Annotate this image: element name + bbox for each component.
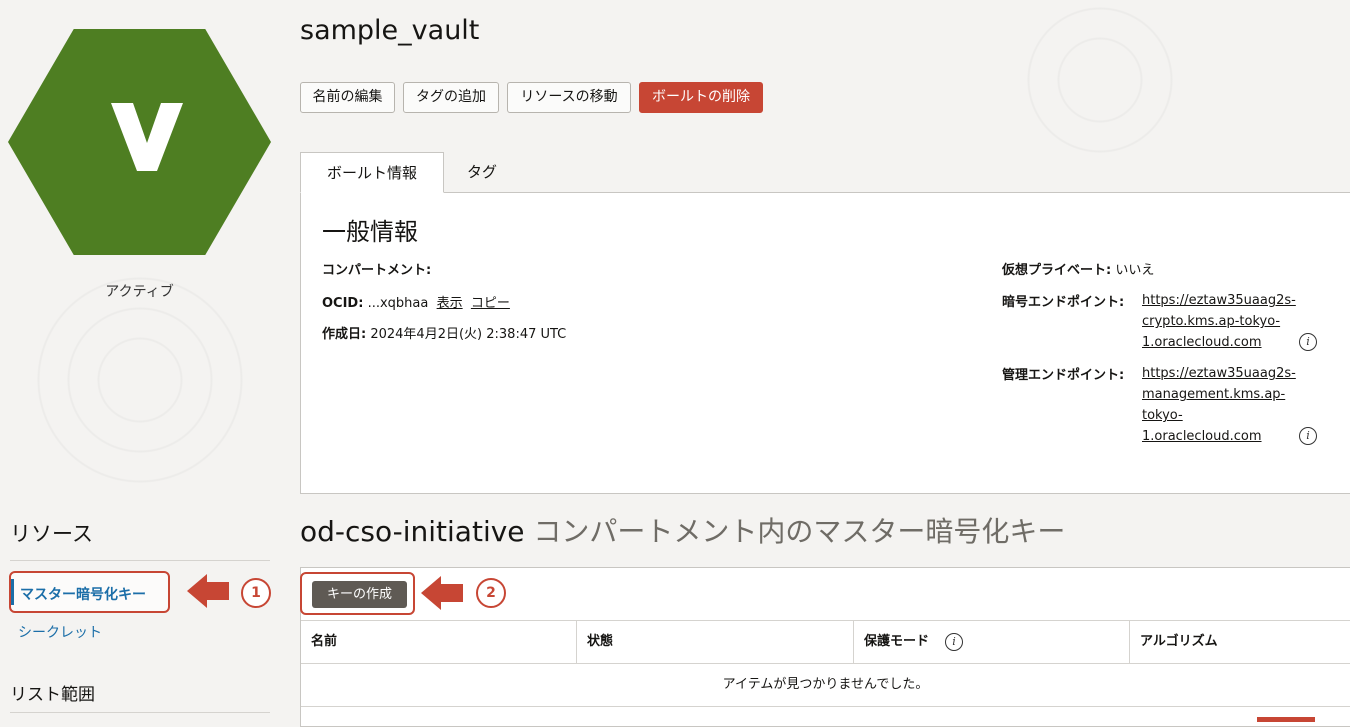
step-badge-2: 2 <box>476 578 506 608</box>
column-header-name[interactable]: 名前 <box>301 621 576 663</box>
column-header-state[interactable]: 状態 <box>577 621 853 663</box>
list-scope-heading: リスト範囲 <box>10 685 95 705</box>
management-endpoint-info-icon[interactable]: i <box>1299 427 1317 445</box>
list-scope-divider <box>10 712 270 713</box>
crypto-endpoint-label: 暗号エンドポイント: <box>1002 295 1125 310</box>
sidebar-item-label: マスター暗号化キー <box>20 587 146 603</box>
empty-table-message: アイテムが見つかりませんでした。 <box>301 664 1350 707</box>
virtual-private-label: 仮想プライベート: <box>1002 263 1112 278</box>
edit-name-button[interactable]: 名前の編集 <box>300 82 395 113</box>
crypto-endpoint-link[interactable]: https://eztaw35uaag2s- crypto.kms.ap-tok… <box>1142 290 1296 353</box>
tab-tags[interactable]: タグ <box>444 152 520 193</box>
compartment-label: コンパートメント: <box>322 263 432 278</box>
active-indicator <box>11 579 14 605</box>
resources-heading: リソース <box>10 522 93 546</box>
created-field: 作成日: 2024年4月2日(火) 2:38:47 UTC <box>322 323 566 342</box>
arrow-left-icon <box>187 574 232 608</box>
step-badge-1: 1 <box>241 578 271 608</box>
column-header-algorithm[interactable]: アルゴリズム <box>1130 621 1350 663</box>
vault-letter-icon <box>111 103 183 171</box>
ocid-value: ...xqbhaa <box>367 296 429 311</box>
sidebar-item-master-keys[interactable]: マスター暗号化キー <box>9 571 170 613</box>
vault-hexagon-icon <box>8 29 271 255</box>
management-endpoint-link[interactable]: https://eztaw35uaag2s- management.kms.ap… <box>1142 363 1296 447</box>
protection-mode-info-icon[interactable]: i <box>945 633 963 651</box>
arrow-left-icon <box>421 576 466 610</box>
page-title: sample_vault <box>300 15 480 46</box>
virtual-private-value: いいえ <box>1115 263 1155 278</box>
ocid-field: OCID: ...xqbhaa 表示 コピー <box>322 292 510 311</box>
keys-title-suffix: コンパートメント内のマスター暗号化キー <box>524 515 1066 548</box>
vault-status: アクティブ <box>105 284 174 300</box>
keys-section-title: od-cso-initiative コンパートメント内のマスター暗号化キー <box>300 510 1065 550</box>
move-resource-button[interactable]: リソースの移動 <box>507 82 631 113</box>
virtual-private-field: 仮想プライベート: いいえ <box>1002 259 1154 278</box>
partial-button-edge <box>1257 717 1315 722</box>
create-key-button[interactable]: キーの作成 <box>312 581 407 608</box>
created-label: 作成日: <box>322 327 367 342</box>
crypto-endpoint-info-icon[interactable]: i <box>1299 333 1317 351</box>
delete-vault-button[interactable]: ボールトの削除 <box>639 82 763 113</box>
copy-ocid-link[interactable]: コピー <box>471 296 510 311</box>
redacted-area <box>447 253 763 277</box>
compartment-name: od-cso-initiative <box>300 515 525 548</box>
show-ocid-link[interactable]: 表示 <box>437 296 463 311</box>
table-header-row: 名前 状態 保護モード i アルゴリズム <box>301 620 1350 664</box>
general-info-heading: 一般情報 <box>322 218 418 246</box>
resources-divider <box>10 560 270 561</box>
management-endpoint-label: 管理エンドポイント: <box>1002 368 1125 383</box>
created-value: 2024年4月2日(火) 2:38:47 UTC <box>370 327 567 342</box>
sidebar-item-secrets[interactable]: シークレット <box>18 622 102 642</box>
ocid-label: OCID: <box>322 296 364 311</box>
column-header-protection-mode[interactable]: 保護モード <box>854 621 954 663</box>
add-tags-button[interactable]: タグの追加 <box>403 82 499 113</box>
tab-vault-info[interactable]: ボールト情報 <box>300 152 444 193</box>
create-key-highlight: キーの作成 <box>300 572 415 615</box>
compartment-field: コンパートメント: <box>322 259 431 278</box>
